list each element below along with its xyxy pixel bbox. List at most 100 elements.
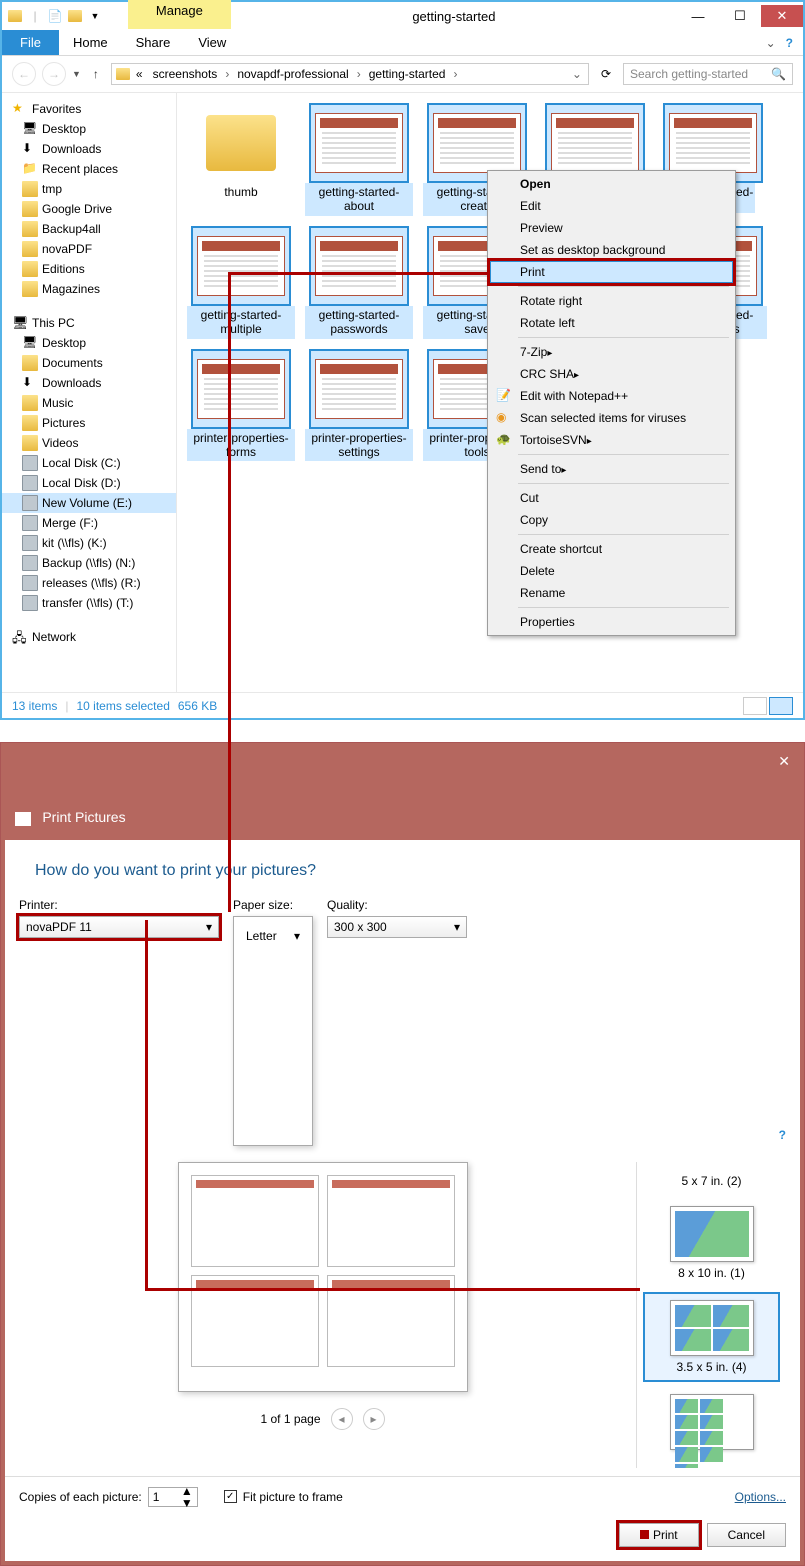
- nav-item[interactable]: Backup4all: [2, 219, 176, 239]
- ctx-send-to[interactable]: Send to: [490, 458, 733, 480]
- view-tab[interactable]: View: [184, 30, 240, 55]
- ctx-7zip[interactable]: 7-Zip: [490, 341, 733, 363]
- maximize-button[interactable]: ☐: [719, 5, 761, 27]
- favorites-group[interactable]: Favorites: [2, 99, 176, 119]
- forward-button[interactable]: →: [42, 62, 66, 86]
- options-link[interactable]: Options...: [735, 1490, 786, 1504]
- network-group[interactable]: Network: [2, 627, 176, 647]
- layout-option[interactable]: 5 x 7 in. (2): [643, 1168, 780, 1194]
- ctx-preview[interactable]: Preview: [490, 217, 733, 239]
- nav-item[interactable]: transfer (\\fls) (T:): [2, 593, 176, 613]
- layout-option-selected[interactable]: 3.5 x 5 in. (4): [643, 1292, 780, 1382]
- chevron-down-icon[interactable]: ⌄: [570, 67, 584, 81]
- printer-select[interactable]: novaPDF 11▾: [19, 916, 219, 938]
- breadcrumb-segment[interactable]: screenshots: [149, 67, 222, 81]
- fit-checkbox[interactable]: ✓: [224, 1490, 237, 1503]
- dialog-close-button[interactable]: ✕: [778, 753, 790, 770]
- nav-item[interactable]: Local Disk (C:): [2, 453, 176, 473]
- layout-option[interactable]: [643, 1388, 780, 1456]
- help-icon[interactable]: ?: [786, 36, 793, 50]
- ctx-copy[interactable]: Copy: [490, 509, 733, 531]
- ctx-print[interactable]: Print: [490, 261, 733, 283]
- file-item[interactable]: printer-properties-forms: [187, 349, 295, 462]
- file-item[interactable]: thumb: [187, 103, 295, 216]
- ctx-rename[interactable]: Rename: [490, 582, 733, 604]
- ctx-tortoisesvn[interactable]: 🐢TortoiseSVN: [490, 429, 733, 451]
- thumbnails-view-button[interactable]: [769, 697, 793, 715]
- nav-item[interactable]: Merge (F:): [2, 513, 176, 533]
- ctx-open[interactable]: Open: [490, 173, 733, 195]
- ctx-crc-sha[interactable]: CRC SHA: [490, 363, 733, 385]
- chevron-right-icon[interactable]: ›: [223, 67, 231, 81]
- file-item[interactable]: getting-started-multiple: [187, 226, 295, 339]
- up-button[interactable]: ↑: [87, 67, 105, 81]
- nav-item[interactable]: Google Drive: [2, 199, 176, 219]
- file-tab[interactable]: File: [2, 30, 59, 55]
- minimize-button[interactable]: —: [677, 5, 719, 27]
- file-view[interactable]: thumbgetting-started-aboutgetting-starte…: [177, 93, 803, 692]
- layout-option[interactable]: 8 x 10 in. (1): [643, 1200, 780, 1286]
- nav-item[interactable]: tmp: [2, 179, 176, 199]
- spin-up-icon[interactable]: ▲: [181, 1485, 193, 1497]
- nav-item[interactable]: Pictures: [2, 413, 176, 433]
- help-icon[interactable]: ?: [779, 1128, 786, 1146]
- cancel-button[interactable]: Cancel: [707, 1523, 786, 1547]
- next-page-button[interactable]: ▸: [363, 1408, 385, 1430]
- properties-icon[interactable]: 📄: [46, 7, 64, 25]
- ctx-cut[interactable]: Cut: [490, 487, 733, 509]
- nav-item[interactable]: Backup (\\fls) (N:): [2, 553, 176, 573]
- search-input[interactable]: Search getting-started 🔍: [623, 63, 793, 85]
- qat-dropdown-icon[interactable]: ▼: [86, 7, 104, 25]
- nav-item[interactable]: Editions: [2, 259, 176, 279]
- refresh-button[interactable]: ⟳: [595, 67, 617, 81]
- file-item[interactable]: printer-properties-settings: [305, 349, 413, 462]
- layout-list[interactable]: 5 x 7 in. (2) 8 x 10 in. (1) 3.5 x 5 in.…: [636, 1162, 786, 1468]
- file-item[interactable]: getting-started-passwords: [305, 226, 413, 339]
- copies-spinner[interactable]: 1 ▲▼: [148, 1487, 198, 1507]
- details-view-button[interactable]: [743, 697, 767, 715]
- spin-down-icon[interactable]: ▼: [181, 1497, 193, 1509]
- nav-item[interactable]: kit (\\fls) (K:): [2, 533, 176, 553]
- breadcrumb-segment[interactable]: getting-started: [365, 67, 450, 81]
- nav-item[interactable]: ⬇Downloads: [2, 373, 176, 393]
- nav-item[interactable]: 🖥Desktop: [2, 119, 176, 139]
- chevron-right-icon[interactable]: ›: [451, 67, 459, 81]
- manage-tab[interactable]: Manage: [156, 3, 203, 18]
- paper-size-select[interactable]: Letter▾: [233, 916, 313, 1146]
- file-item[interactable]: getting-started-about: [305, 103, 413, 216]
- nav-item[interactable]: Documents: [2, 353, 176, 373]
- quality-select[interactable]: 300 x 300▾: [327, 916, 467, 938]
- ctx-notepad[interactable]: 📝Edit with Notepad++: [490, 385, 733, 407]
- ctx-delete[interactable]: Delete: [490, 560, 733, 582]
- ctx-create-shortcut[interactable]: Create shortcut: [490, 538, 733, 560]
- nav-item-selected[interactable]: New Volume (E:): [2, 493, 176, 513]
- chevron-right-icon[interactable]: ›: [355, 67, 363, 81]
- ctx-rotate-left[interactable]: Rotate left: [490, 312, 733, 334]
- close-button[interactable]: ✕: [761, 5, 803, 27]
- nav-item[interactable]: 🖥Desktop: [2, 333, 176, 353]
- history-dropdown-icon[interactable]: ▼: [72, 69, 81, 79]
- print-button[interactable]: Print: [619, 1523, 699, 1547]
- open-icon[interactable]: [66, 7, 84, 25]
- nav-item[interactable]: 📁Recent places: [2, 159, 176, 179]
- ctx-set-background[interactable]: Set as desktop background: [490, 239, 733, 261]
- nav-item[interactable]: ⬇Downloads: [2, 139, 176, 159]
- ctx-rotate-right[interactable]: Rotate right: [490, 290, 733, 312]
- share-tab[interactable]: Share: [122, 30, 185, 55]
- nav-item[interactable]: Videos: [2, 433, 176, 453]
- ribbon-expand-icon[interactable]: ⌄: [766, 36, 776, 50]
- nav-item[interactable]: Music: [2, 393, 176, 413]
- prev-page-button[interactable]: ◂: [331, 1408, 353, 1430]
- nav-item[interactable]: novaPDF: [2, 239, 176, 259]
- home-tab[interactable]: Home: [59, 30, 122, 55]
- thispc-group[interactable]: This PC: [2, 313, 176, 333]
- nav-item[interactable]: Local Disk (D:): [2, 473, 176, 493]
- ctx-scan-virus[interactable]: ◉Scan selected items for viruses: [490, 407, 733, 429]
- nav-item[interactable]: Magazines: [2, 279, 176, 299]
- nav-item[interactable]: releases (\\fls) (R:): [2, 573, 176, 593]
- breadcrumb[interactable]: « screenshots › novapdf-professional › g…: [111, 63, 589, 85]
- ctx-edit[interactable]: Edit: [490, 195, 733, 217]
- back-button[interactable]: ←: [12, 62, 36, 86]
- breadcrumb-segment[interactable]: novapdf-professional: [233, 67, 352, 81]
- ctx-properties[interactable]: Properties: [490, 611, 733, 633]
